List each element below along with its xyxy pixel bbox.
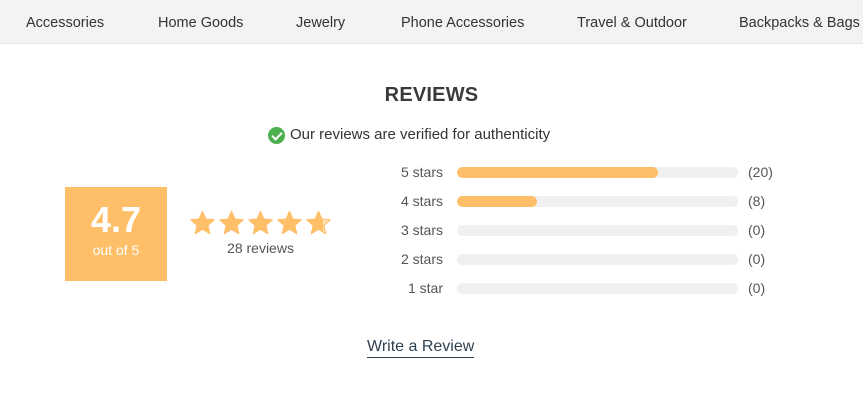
reviews-title: REVIEWS (384, 84, 479, 106)
nav-item-backpacks-bags[interactable]: Backpacks & Bags (739, 0, 860, 44)
dist-label-5: 5 stars (400, 164, 443, 180)
average-score-box: 4.7 out of 5 (65, 187, 167, 281)
dist-bar-1 (457, 283, 738, 294)
dist-fill-5 (457, 167, 658, 178)
dist-bar-5 (457, 167, 738, 178)
dist-count-5: (20) (748, 164, 773, 180)
star-icon (277, 210, 302, 235)
dist-label-1: 1 star (407, 280, 443, 296)
dist-fill-4 (457, 196, 538, 207)
write-review-link[interactable]: Write a Review (367, 338, 475, 358)
verified-notice: Our reviews are verified for authenticit… (268, 124, 550, 144)
dist-count-1: (0) (748, 280, 766, 296)
dist-count-4: (8) (748, 193, 766, 209)
nav-item-phone-accessories[interactable]: Phone Accessories (401, 0, 524, 44)
category-nav: Accessories Home Goods Jewelry Phone Acc… (0, 0, 863, 44)
verified-text: Our reviews are verified for authenticit… (290, 125, 551, 143)
dist-bar-2 (457, 254, 738, 265)
score-out-of: out of 5 (92, 242, 140, 258)
nav-item-jewelry[interactable]: Jewelry (296, 0, 345, 44)
average-score: 4.7 (90, 199, 142, 240)
star-rating (188, 209, 333, 237)
dist-label-4: 4 stars (400, 193, 443, 209)
star-icon (248, 210, 273, 235)
dist-count-2: (0) (748, 251, 766, 267)
nav-item-home-goods[interactable]: Home Goods (158, 0, 243, 44)
star-icon (306, 210, 331, 235)
nav-item-accessories[interactable]: Accessories (26, 0, 104, 44)
dist-label-2: 2 stars (400, 251, 443, 267)
dist-bar-4 (457, 196, 738, 207)
star-icon (219, 210, 244, 235)
dist-label-3: 3 stars (400, 222, 443, 238)
review-count: 28 reviews (227, 240, 294, 256)
dist-bar-3 (457, 225, 738, 236)
dist-count-3: (0) (748, 222, 766, 238)
check-circle-icon (268, 126, 285, 144)
nav-item-travel-outdoor[interactable]: Travel & Outdoor (577, 0, 687, 44)
star-icon (190, 210, 215, 235)
